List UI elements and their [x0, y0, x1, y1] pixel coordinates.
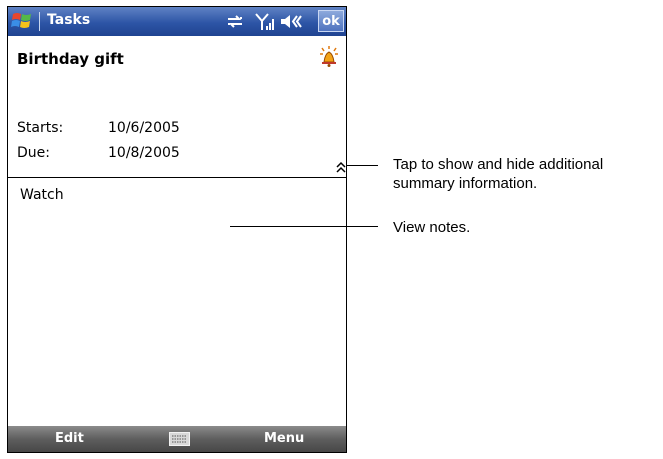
toggle-callout-line2: summary information. [393, 175, 538, 192]
notes-callout-line [230, 226, 378, 227]
expand-collapse-icon[interactable] [335, 160, 347, 174]
keyboard-icon[interactable] [169, 432, 190, 446]
toggle-callout-line1: Tap to show and hide additional [393, 156, 604, 173]
notes-text: Watch [20, 187, 64, 203]
starts-label: Starts: [17, 120, 64, 136]
connectivity-icon[interactable] [225, 12, 245, 31]
toggle-callout-text: Tap to show and hide additional summary … [393, 155, 603, 193]
volume-icon[interactable] [279, 12, 303, 31]
device-screen: Tasks ok Birthday gift Starts: 10/6/2005… [7, 6, 347, 453]
windows-flag-icon[interactable] [10, 9, 34, 33]
title-separator [39, 12, 40, 31]
menu-softkey[interactable]: Menu [264, 431, 304, 446]
ok-button[interactable]: ok [318, 10, 344, 32]
edit-softkey[interactable]: Edit [55, 431, 84, 446]
menu-bar: Edit Menu [8, 426, 346, 452]
due-value: 10/8/2005 [108, 145, 180, 161]
toggle-callout-line [347, 165, 378, 166]
signal-icon[interactable] [255, 12, 275, 31]
starts-value: 10/6/2005 [108, 120, 180, 136]
app-title: Tasks [47, 12, 91, 28]
task-subject: Birthday gift [17, 50, 124, 68]
due-label: Due: [17, 145, 50, 161]
notes-area[interactable]: Watch [8, 178, 346, 428]
reminder-bell-icon [320, 46, 338, 67]
title-bar: Tasks ok [8, 7, 346, 36]
notes-callout-text: View notes. [393, 219, 471, 236]
